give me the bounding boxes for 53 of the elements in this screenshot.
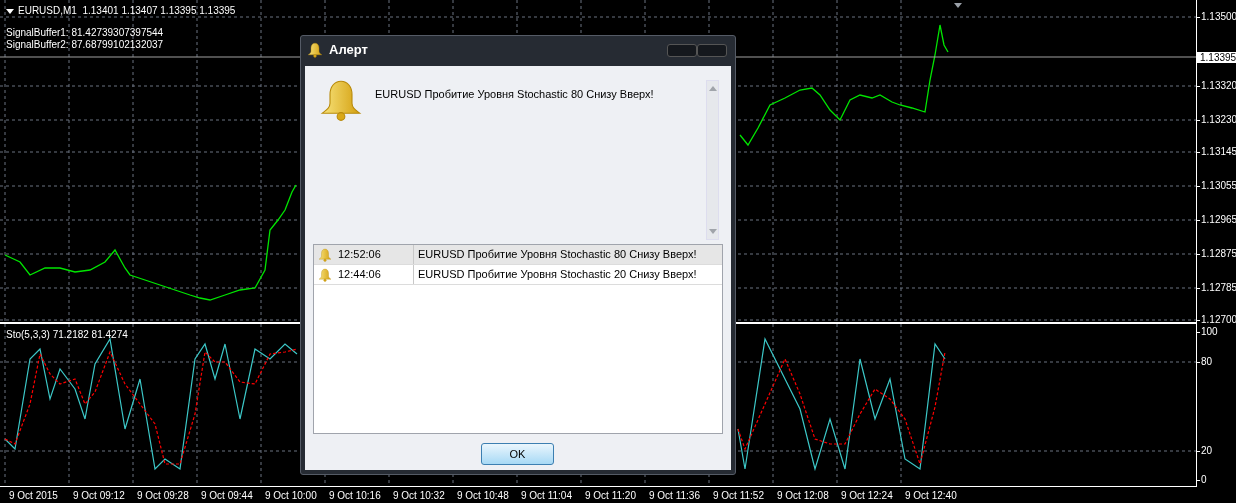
time-axis-label: 9 Oct 09:44 xyxy=(201,489,253,503)
time-axis-label: 9 Oct 12:08 xyxy=(777,489,829,503)
bell-icon xyxy=(307,42,323,58)
time-axis-label: 9 Oct 11:04 xyxy=(521,489,572,503)
stochastic-axis-label: 100 xyxy=(1201,326,1218,338)
bell-icon xyxy=(318,267,332,282)
alert-message: EURUSD Пробитие Уровня Stochastic 20 Снизу Вверх! xyxy=(417,267,697,283)
price-axis-label: 1.13320 xyxy=(1201,80,1236,92)
price-axis-label: 1.12875 xyxy=(1201,248,1236,260)
current-price-label: 1.13395 xyxy=(1197,52,1236,63)
price-axis-label: 1.13230 xyxy=(1201,114,1236,126)
scroll-down-icon[interactable] xyxy=(709,229,717,235)
alert-message: EURUSD Пробитие Уровня Stochastic 80 Снизу Вверх! xyxy=(375,87,654,102)
time-axis-label: 9 Oct 09:12 xyxy=(73,489,125,503)
stochastic-axis-label: 20 xyxy=(1201,445,1213,457)
time-axis-label: 9 Oct 12:40 xyxy=(905,489,957,503)
time-axis-label: 9 Oct 10:32 xyxy=(393,489,445,503)
history-row[interactable]: 12:44:06 EURUSD Пробитие Уровня Stochastic 20 Снизу Вверх! xyxy=(314,265,722,285)
window-title: Алерт xyxy=(329,41,368,60)
time-axis-label: 9 Oct 09:28 xyxy=(137,489,189,503)
price-axis-label: 1.12700 xyxy=(1201,314,1236,326)
dropdown-icon[interactable] xyxy=(6,8,14,14)
indicator-value: SignalBuffer1: 81.42739307397544 xyxy=(6,27,165,39)
alert-time: 12:52:06 xyxy=(338,247,381,263)
time-axis-label: 9 Oct 11:52 xyxy=(713,489,764,503)
price-axis-label: 1.13500 xyxy=(1201,11,1236,23)
shift-marker-icon[interactable] xyxy=(954,3,962,8)
price-axis-label: 1.12785 xyxy=(1201,282,1236,294)
time-axis-label: 9 Oct 10:48 xyxy=(457,489,509,503)
scrollbar[interactable] xyxy=(706,80,719,240)
bell-icon xyxy=(318,247,332,262)
time-axis-label: 9 Oct 11:36 xyxy=(649,489,700,503)
stochastic-axis-label: 80 xyxy=(1201,356,1213,368)
scroll-up-icon[interactable] xyxy=(709,85,717,91)
title-bar-button[interactable] xyxy=(667,43,697,57)
bell-icon xyxy=(319,78,363,122)
alert-message: EURUSD Пробитие Уровня Stochastic 80 Снизу Вверх! xyxy=(417,247,697,263)
time-axis-label: 9 Oct 2015 xyxy=(9,489,58,503)
price-axis-label: 1.13145 xyxy=(1201,146,1236,158)
alert-time: 12:44:06 xyxy=(338,267,381,283)
symbol-header: EURUSD,M1 1.13401 1.13407 1.13395 1.13395 xyxy=(18,5,236,17)
stochastic-axis-label: 0 xyxy=(1201,474,1207,486)
title-bar-button[interactable] xyxy=(697,43,727,57)
indicator-title: Sto(5,3,3) 71.2182 81.4274 xyxy=(6,328,128,342)
time-axis-label: 9 Oct 12:24 xyxy=(841,489,893,503)
time-axis-label: 9 Oct 11:20 xyxy=(585,489,636,503)
history-row[interactable]: 12:52:06 EURUSD Пробитие Уровня Stochastic 80 Снизу Вверх! xyxy=(314,245,722,265)
price-axis-label: 1.13055 xyxy=(1201,180,1236,192)
indicator-value: SignalBuffer2: 87.68799102132037 xyxy=(6,39,165,51)
time-axis-label: 9 Oct 10:16 xyxy=(329,489,381,503)
price-axis-label: 1.12965 xyxy=(1201,214,1236,226)
ok-button[interactable]: OK xyxy=(481,443,554,465)
time-axis-label: 9 Oct 10:00 xyxy=(265,489,317,503)
